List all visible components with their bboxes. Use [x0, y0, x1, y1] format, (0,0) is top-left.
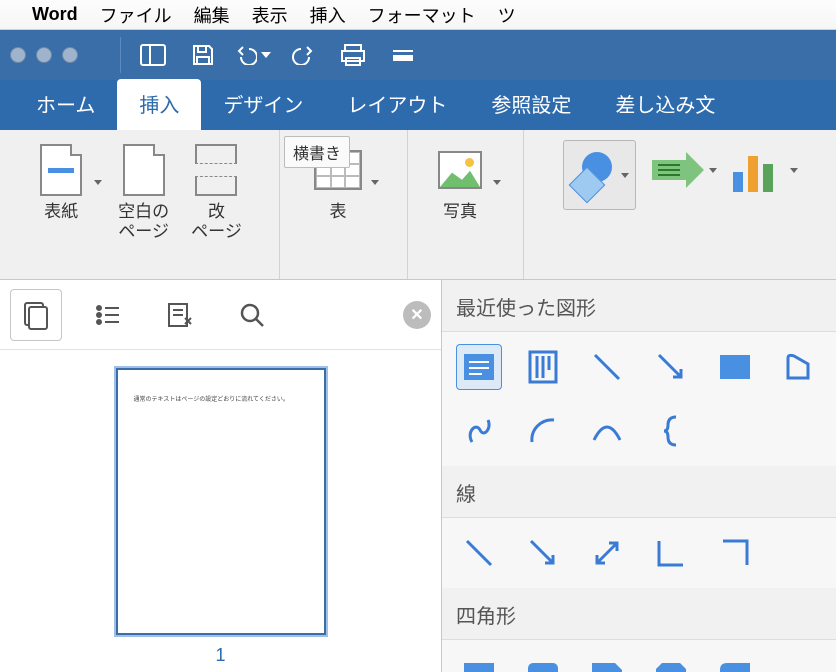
photo-button[interactable]: 写真	[430, 140, 490, 224]
tab-references[interactable]: 参照設定	[469, 79, 593, 130]
chart-button[interactable]	[727, 140, 787, 200]
app-name[interactable]: Word	[32, 4, 78, 25]
zoom-window-dot[interactable]	[62, 47, 78, 63]
shape-arrow-line[interactable]	[648, 344, 694, 390]
customize-qat-icon[interactable]	[385, 37, 421, 73]
section-rectangles: 四角形	[442, 588, 836, 640]
line-elbow[interactable]	[648, 530, 694, 576]
shapes-dropdown-panel: 最近使った図形 線 四角形	[442, 280, 836, 672]
print-icon[interactable]	[335, 37, 371, 73]
titlebar	[0, 30, 836, 80]
group-photo: 写真	[408, 130, 524, 279]
lines-grid	[442, 518, 836, 588]
chevron-down-icon[interactable]	[94, 180, 102, 185]
shape-rectangle[interactable]	[712, 344, 758, 390]
chevron-down-icon[interactable]	[709, 168, 717, 173]
line-elbow-2[interactable]	[712, 530, 758, 576]
ribbon: 表紙 空白の ページ 改 ページ 横書き	[0, 130, 836, 280]
shape-scribble[interactable]	[456, 408, 502, 454]
tab-mailings-partial[interactable]: 差し込み文	[593, 79, 737, 130]
page-thumbnail-1[interactable]: 通常のテキストはページの設定どおりに流れてください。	[116, 368, 326, 635]
rect-rounded[interactable]	[520, 652, 566, 672]
cover-page-button[interactable]: 表紙	[31, 140, 91, 224]
page-break-button[interactable]: 改 ページ	[185, 140, 248, 245]
chevron-down-icon[interactable]	[261, 52, 271, 58]
nav-tab-search[interactable]	[226, 289, 278, 341]
rect-snip-round[interactable]	[712, 652, 758, 672]
close-nav-pane-icon[interactable]: ✕	[403, 301, 431, 329]
group-table: 横書き 表	[280, 130, 408, 279]
tab-design[interactable]: デザイン	[201, 79, 325, 130]
shape-brace-left[interactable]	[648, 408, 694, 454]
section-recent-shapes: 最近使った図形	[442, 280, 836, 332]
save-icon[interactable]	[185, 37, 221, 73]
nav-tab-thumbnails[interactable]	[10, 289, 62, 341]
menu-file[interactable]: ファイル	[100, 2, 172, 28]
menu-edit[interactable]: 編集	[194, 2, 230, 28]
tab-layout[interactable]: レイアウト	[325, 79, 469, 130]
recent-shapes-grid	[442, 332, 836, 466]
tooltip-table-orientation: 横書き	[284, 136, 350, 168]
chevron-down-icon[interactable]	[371, 180, 379, 185]
close-window-dot[interactable]	[10, 47, 26, 63]
shape-freeform[interactable]	[776, 344, 822, 390]
menu-view[interactable]: 表示	[252, 2, 288, 28]
thumbnail-area: 通常のテキストはページの設定どおりに流れてください。 1	[0, 350, 441, 672]
chevron-down-icon[interactable]	[621, 173, 629, 178]
rect-snip-1[interactable]	[584, 652, 630, 672]
smartart-button[interactable]	[646, 140, 706, 200]
chevron-down-icon[interactable]	[790, 168, 798, 173]
rects-grid	[442, 640, 836, 672]
ribbon-tabs: ホーム 挿入 デザイン レイアウト 参照設定 差し込み文	[0, 80, 836, 130]
shapes-button[interactable]	[570, 147, 618, 203]
nav-pane-tabs: ✕	[0, 280, 441, 350]
chevron-down-icon[interactable]	[493, 180, 501, 185]
page-number-label: 1	[215, 645, 225, 666]
shape-line[interactable]	[584, 344, 630, 390]
rect-basic[interactable]	[456, 652, 502, 672]
menu-format[interactable]: フォーマット	[368, 2, 476, 28]
blank-page-button[interactable]: 空白の ページ	[112, 140, 175, 245]
undo-icon[interactable]	[235, 37, 271, 73]
group-illustrations	[524, 130, 836, 279]
line-simple[interactable]	[456, 530, 502, 576]
tab-home[interactable]: ホーム	[14, 79, 117, 130]
section-lines: 線	[442, 466, 836, 518]
shape-arc[interactable]	[520, 408, 566, 454]
thumbnail-text: 通常のテキストはページの設定どおりに流れてください。	[134, 394, 308, 403]
shape-textbox-vertical[interactable]	[520, 344, 566, 390]
minimize-window-dot[interactable]	[36, 47, 52, 63]
shape-textbox-horizontal[interactable]	[456, 344, 502, 390]
line-arrow[interactable]	[520, 530, 566, 576]
menu-insert[interactable]: 挿入	[310, 2, 346, 28]
shape-curve[interactable]	[584, 408, 630, 454]
sidebar-toggle-icon[interactable]	[135, 37, 171, 73]
tab-insert[interactable]: 挿入	[117, 79, 201, 130]
redo-icon[interactable]	[285, 37, 321, 73]
rect-snip-2[interactable]	[648, 652, 694, 672]
group-pages: 表紙 空白の ページ 改 ページ	[0, 130, 280, 279]
mac-menubar: Word ファイル 編集 表示 挿入 フォーマット ツ	[0, 0, 836, 30]
nav-tab-outline[interactable]	[82, 289, 134, 341]
window-traffic-lights	[10, 47, 78, 63]
lower-area: ✕ 通常のテキストはページの設定どおりに流れてください。 1 最近使った図形 線	[0, 280, 836, 672]
menu-tools-partial[interactable]: ツ	[498, 2, 516, 28]
divider	[120, 37, 121, 73]
navigation-pane: ✕ 通常のテキストはページの設定どおりに流れてください。 1	[0, 280, 442, 672]
line-double-arrow[interactable]	[584, 530, 630, 576]
nav-tab-review[interactable]	[154, 289, 206, 341]
